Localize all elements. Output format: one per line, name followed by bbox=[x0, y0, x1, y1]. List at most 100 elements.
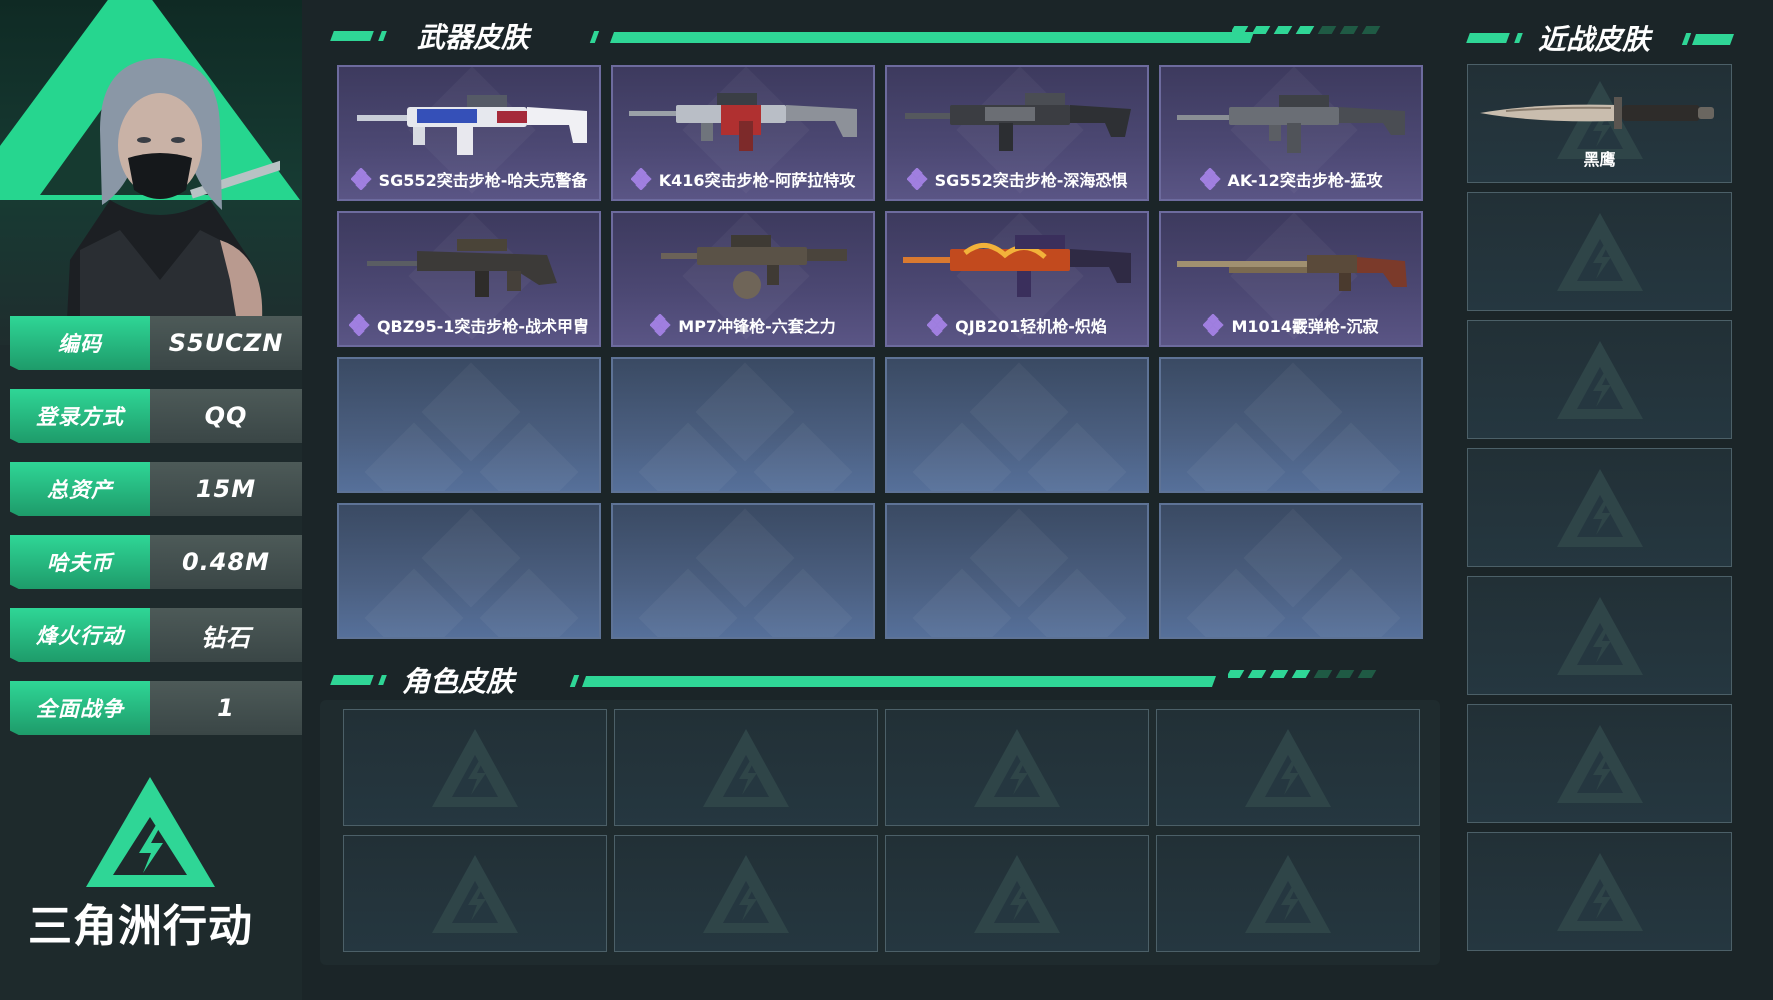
empty-character-slot[interactable] bbox=[343, 835, 607, 952]
smg-drum-icon bbox=[661, 235, 847, 299]
rarity-diamond-icon bbox=[348, 314, 370, 336]
operator-figure bbox=[65, 58, 280, 345]
header-accent-tick bbox=[378, 675, 387, 685]
info-row-total-assets: 总资产 15M bbox=[10, 462, 302, 516]
shotgun-icon bbox=[1177, 255, 1407, 291]
delta-watermark-icon bbox=[703, 854, 789, 933]
lmg-flame-icon bbox=[903, 235, 1131, 297]
header-line-tick bbox=[1681, 33, 1692, 45]
weapon-card[interactable]: M1014霰弹枪-沉寂 bbox=[1159, 211, 1423, 347]
weapon-label: SG552突击步枪-哈夫克警备 bbox=[339, 167, 599, 191]
weapon-name: SG552突击步枪-哈夫克警备 bbox=[378, 171, 588, 190]
delta-watermark-icon bbox=[1556, 596, 1643, 675]
melee-card[interactable]: 黑鹰 bbox=[1467, 64, 1732, 183]
weapons-section-header: 武器皮肤 bbox=[330, 20, 1412, 54]
header-accent-bar bbox=[330, 31, 374, 41]
characters-section-title: 角色皮肤 bbox=[402, 665, 515, 698]
rarity-diamond-icon bbox=[630, 168, 652, 190]
weapon-card[interactable]: SG552突击步枪-深海恐惧 bbox=[885, 65, 1149, 201]
rarity-diamond-icon bbox=[1199, 168, 1221, 190]
delta-watermark-icon bbox=[1245, 728, 1331, 807]
rarity-diamond-icon bbox=[927, 314, 948, 336]
operator-portrait bbox=[0, 0, 302, 345]
weapon-label: MP7冲锋枪-六套之力 bbox=[613, 313, 873, 337]
weapon-name: SG552突击步枪-深海恐惧 bbox=[934, 171, 1128, 190]
rarity-diamond-icon bbox=[650, 314, 671, 336]
empty-weapon-slot[interactable] bbox=[1159, 503, 1423, 639]
weapon-label: SG552突击步枪-深海恐惧 bbox=[887, 167, 1147, 191]
empty-character-slot[interactable] bbox=[343, 709, 607, 826]
delta-watermark-icon bbox=[1556, 212, 1643, 291]
empty-melee-slot[interactable] bbox=[1467, 448, 1732, 567]
character-skin-grid bbox=[343, 709, 1423, 952]
header-line-tick bbox=[569, 675, 580, 687]
weapon-name: QBZ95-1突击步枪-战术甲胄 bbox=[376, 317, 590, 336]
melee-section-title: 近战皮肤 bbox=[1538, 23, 1651, 56]
info-value: 15M bbox=[150, 462, 302, 516]
info-key: 哈夫币 bbox=[10, 535, 150, 589]
empty-weapon-slot[interactable] bbox=[337, 357, 601, 493]
header-accent-tick bbox=[378, 31, 387, 41]
empty-melee-slot[interactable] bbox=[1467, 704, 1732, 823]
header-stripes bbox=[1228, 670, 1412, 690]
empty-melee-slot[interactable] bbox=[1467, 192, 1732, 311]
info-value: QQ bbox=[150, 389, 302, 443]
info-value: 0.48M bbox=[150, 535, 302, 589]
weapons-section-title: 武器皮肤 bbox=[417, 21, 530, 54]
empty-weapon-slot[interactable] bbox=[885, 503, 1149, 639]
empty-character-slot[interactable] bbox=[614, 835, 878, 952]
header-line bbox=[1691, 34, 1735, 45]
header-line bbox=[609, 32, 1255, 43]
empty-melee-slot[interactable] bbox=[1467, 576, 1732, 695]
profile-panel: 编码 S5UCZN 登录方式 QQ 总资产 15M 哈夫币 0.48M 烽火行动… bbox=[0, 0, 302, 1000]
empty-weapon-slot[interactable] bbox=[1159, 357, 1423, 493]
empty-character-slot[interactable] bbox=[885, 709, 1149, 826]
weapon-label: QBZ95-1突击步枪-战术甲胄 bbox=[339, 313, 599, 337]
header-line-tick bbox=[589, 31, 600, 43]
empty-melee-slot[interactable] bbox=[1467, 832, 1732, 951]
weapon-card[interactable]: QBZ95-1突击步枪-战术甲胄 bbox=[337, 211, 601, 347]
delta-watermark-icon bbox=[1556, 852, 1643, 931]
delta-watermark-icon bbox=[1556, 340, 1643, 419]
weapon-skin-grid: SG552突击步枪-哈夫克警备 K416突击步枪-阿萨拉特攻 SG552突击步枪… bbox=[337, 65, 1429, 639]
melee-section-header: 近战皮肤 bbox=[1466, 22, 1738, 56]
delta-watermark-icon bbox=[974, 854, 1060, 933]
rarity-diamond-icon bbox=[906, 168, 928, 190]
delta-watermark-icon bbox=[974, 728, 1060, 807]
weapon-card[interactable]: AK-12突击步枪-猛攻 bbox=[1159, 65, 1423, 201]
info-row-warfare: 全面战争 1 bbox=[10, 681, 302, 735]
info-key: 登录方式 bbox=[10, 389, 150, 443]
characters-section-header: 角色皮肤 bbox=[330, 664, 1412, 698]
empty-character-slot[interactable] bbox=[1156, 709, 1420, 826]
header-accent-tick bbox=[1514, 33, 1523, 43]
empty-melee-slot[interactable] bbox=[1467, 320, 1732, 439]
weapon-card[interactable]: QJB201轻机枪-炽焰 bbox=[885, 211, 1149, 347]
delta-watermark-icon bbox=[1245, 854, 1331, 933]
empty-weapon-slot[interactable] bbox=[337, 503, 601, 639]
weapon-name: M1014霰弹枪-沉寂 bbox=[1231, 317, 1379, 336]
weapon-card[interactable]: K416突击步枪-阿萨拉特攻 bbox=[611, 65, 875, 201]
empty-weapon-slot[interactable] bbox=[611, 503, 875, 639]
weapon-label: AK-12突击步枪-猛攻 bbox=[1161, 167, 1421, 191]
info-value: 钻石 bbox=[150, 608, 302, 662]
empty-character-slot[interactable] bbox=[885, 835, 1149, 952]
weapon-name: QJB201轻机枪-炽焰 bbox=[955, 317, 1107, 336]
header-accent-bar bbox=[1466, 33, 1510, 43]
info-row-operations-rank: 烽火行动 钻石 bbox=[10, 608, 302, 662]
empty-character-slot[interactable] bbox=[1156, 835, 1420, 952]
info-value: S5UCZN bbox=[150, 316, 302, 370]
empty-weapon-slot[interactable] bbox=[885, 357, 1149, 493]
weapon-card[interactable]: MP7冲锋枪-六套之力 bbox=[611, 211, 875, 347]
header-stripes bbox=[1232, 26, 1412, 46]
weapon-name: K416突击步枪-阿萨拉特攻 bbox=[658, 171, 856, 190]
empty-weapon-slot[interactable] bbox=[611, 357, 875, 493]
weapon-card[interactable]: SG552突击步枪-哈夫克警备 bbox=[337, 65, 601, 201]
header-line bbox=[581, 676, 1217, 687]
header-accent-bar bbox=[330, 675, 374, 685]
info-key: 编码 bbox=[10, 316, 150, 370]
melee-name: 黑鹰 bbox=[1583, 150, 1616, 169]
delta-watermark-icon bbox=[432, 854, 518, 933]
rifle-white-blue-icon bbox=[357, 95, 587, 155]
empty-character-slot[interactable] bbox=[614, 709, 878, 826]
delta-force-logo-icon bbox=[86, 777, 215, 887]
